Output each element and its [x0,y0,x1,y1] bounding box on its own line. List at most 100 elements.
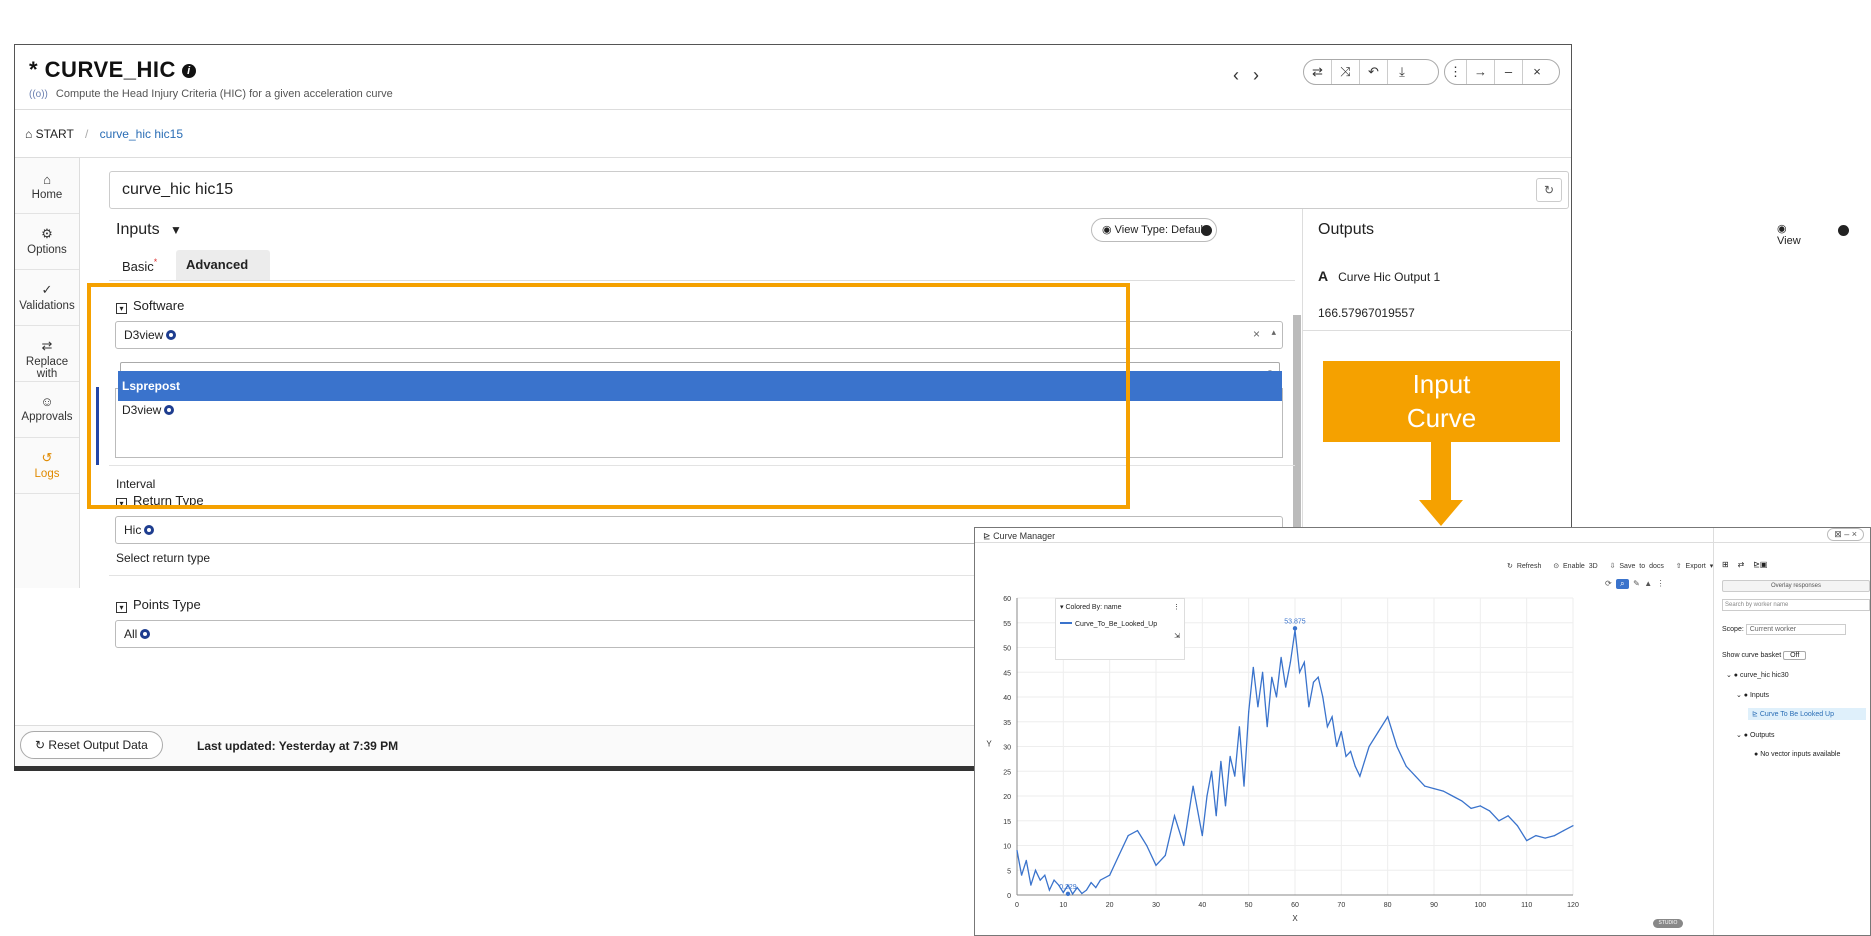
sidebar-item-logs[interactable]: ↺ Logs [15,438,79,494]
legend-entry[interactable]: Curve_To_Be_Looked_Up [1060,621,1180,628]
output-item[interactable]: A Curve Hic Output 1 [1318,268,1440,284]
user-check-icon: ☺ [40,394,54,409]
data-point [1224,805,1227,807]
y-tick-label: 40 [1003,695,1011,702]
callout-arrow-shaft [1431,442,1451,500]
export-button[interactable]: ⇧ Export ▾ [1676,563,1714,570]
next-arrow-icon[interactable]: › [1253,65,1273,85]
enable-3d-button[interactable]: ⊙ Enable 3D [1553,563,1598,570]
data-point [1271,676,1273,678]
kebab-menu-icon[interactable]: ⋮ [1445,60,1467,84]
info-icon[interactable]: i [181,64,196,78]
swap-tab-icon[interactable]: ⇄ [1738,560,1745,569]
sidebar-item-approvals[interactable]: ☺ Approvals [15,382,79,438]
x-tick-label: 10 [1059,902,1067,909]
data-point [1248,711,1250,713]
inputs-settings-icon[interactable] [1201,225,1212,236]
annotation-label: 53.875 [1284,618,1306,625]
tree-inputs[interactable]: ⌄ ● Inputs [1736,691,1769,699]
worker-search-input[interactable]: Search by worker name [1722,599,1870,611]
worker-name-field[interactable]: curve_hic hic15 ↻ [109,171,1569,209]
data-point [1345,755,1347,757]
more-icon[interactable]: ⋮ [1173,603,1180,611]
home-icon: ⌂ [43,172,51,187]
sidebar-item-replace-with[interactable]: ⇄ Replace with [15,326,79,382]
reset-zoom-icon[interactable]: ⟳ [1605,579,1612,588]
refresh-icon[interactable]: ↻ [1536,178,1562,202]
y-tick-label: 15 [1003,819,1011,826]
download-icon[interactable]: ⤓ [1388,60,1416,84]
y-tick-label: 55 [1003,621,1011,628]
outputs-settings-icon[interactable] [1838,225,1849,236]
forward-icon[interactable]: → [1467,60,1495,84]
data-point [1350,750,1352,753]
sidebar-item-validations[interactable]: ✓ Validations [15,270,79,326]
clear-icon[interactable]: × [1253,327,1260,341]
x-tick-label: 20 [1106,902,1114,909]
save-to-docs-button[interactable]: ⇩ Save to docs [1610,563,1664,570]
x-tick-label: 40 [1198,902,1206,909]
home-icon[interactable]: ⌂ [25,127,32,141]
data-point [1062,891,1064,894]
data-point [1451,795,1454,797]
eye-icon: ◉ [1777,223,1787,235]
chart-tab-icon[interactable]: ⊵▣ [1753,560,1767,569]
eye-icon: ◉ [1102,224,1112,236]
outputs-view-button[interactable]: ◉ View [1777,222,1801,247]
tree-outputs[interactable]: ⌄ ● Outputs [1736,731,1775,739]
data-point [1414,775,1417,777]
gear-icon: ⚙ [41,226,53,241]
data-point [1498,820,1500,822]
x-tick-label: 70 [1337,902,1345,909]
data-point [1220,760,1222,762]
input-link-icon [144,525,155,535]
marker-icon[interactable]: ▲ [1644,579,1652,588]
tree-input-curve-item[interactable]: ⊵ Curve To Be Looked Up [1748,708,1866,720]
data-point [1312,681,1315,683]
scope-select[interactable]: Current worker [1745,624,1846,635]
scope-row: Scope: Current worker [1722,624,1846,635]
breadcrumb-current[interactable]: curve_hic hic15 [100,127,183,141]
tab-advanced[interactable]: Advanced [176,250,270,280]
shuffle-icon[interactable]: ⤨ [1332,60,1360,84]
sidebar-item-home[interactable]: ⌂ Home [15,164,79,214]
tab-basic[interactable]: Basic* [116,250,174,280]
data-point [1030,884,1032,886]
sidebar-item-options[interactable]: ⚙ Options [15,214,79,270]
x-tick-label: 50 [1245,902,1253,909]
tree-tab-icon[interactable]: ⊞ [1722,560,1729,569]
x-tick-label: 0 [1015,902,1019,909]
swap-icon[interactable]: ⇄ [1304,60,1332,84]
filter-icon[interactable]: ▼ [170,223,182,237]
more-icon[interactable]: ⋮ [1657,579,1665,588]
caret-up-icon[interactable]: ▴ [1271,327,1276,338]
prev-arrow-icon[interactable]: ‹ [1233,65,1253,85]
x-tick-label: 60 [1291,902,1299,909]
undo-icon[interactable]: ↶ [1360,60,1388,84]
outputs-header: Outputs [1318,221,1375,238]
points-type-section-title[interactable]: ▾ Points Type [116,597,201,613]
outputs-divider [1303,330,1573,331]
y-tick-label: 5 [1007,868,1011,875]
minimize-icon[interactable]: – [1495,60,1523,84]
close-icon[interactable]: × [1523,60,1551,84]
chart-legend[interactable]: ▾ Colored By: name ⋮ Curve_To_Be_Looked_U… [1055,598,1185,660]
overlay-responses-button[interactable]: Overlay responses [1722,580,1870,592]
reset-output-data-button[interactable]: ↻ Reset Output Data [20,731,163,759]
data-point [1155,864,1157,866]
pen-icon[interactable]: ✎ [1633,579,1640,588]
data-point [1072,893,1074,895]
collapse-icon[interactable]: ▾ [116,602,127,613]
data-point [1206,795,1208,797]
data-point [1489,810,1491,812]
resize-icon[interactable]: ⇲ [1060,632,1180,640]
curve-basket-toggle[interactable]: Off [1783,651,1807,660]
curve-manager-side-panel: ⊞ ⇄ ⊵▣ Overlay responses Search by worke… [1713,528,1870,935]
breadcrumb-start[interactable]: START [36,127,74,141]
tree-root[interactable]: ⌄ ● curve_hic hic30 [1726,671,1789,679]
data-point [1433,787,1435,790]
data-point [1109,874,1111,876]
swap-icon: ⇄ [41,338,53,353]
view-type-button[interactable]: ◉ View Type: Default [1091,218,1217,242]
refresh-button[interactable]: ↻ Refresh [1507,563,1541,570]
